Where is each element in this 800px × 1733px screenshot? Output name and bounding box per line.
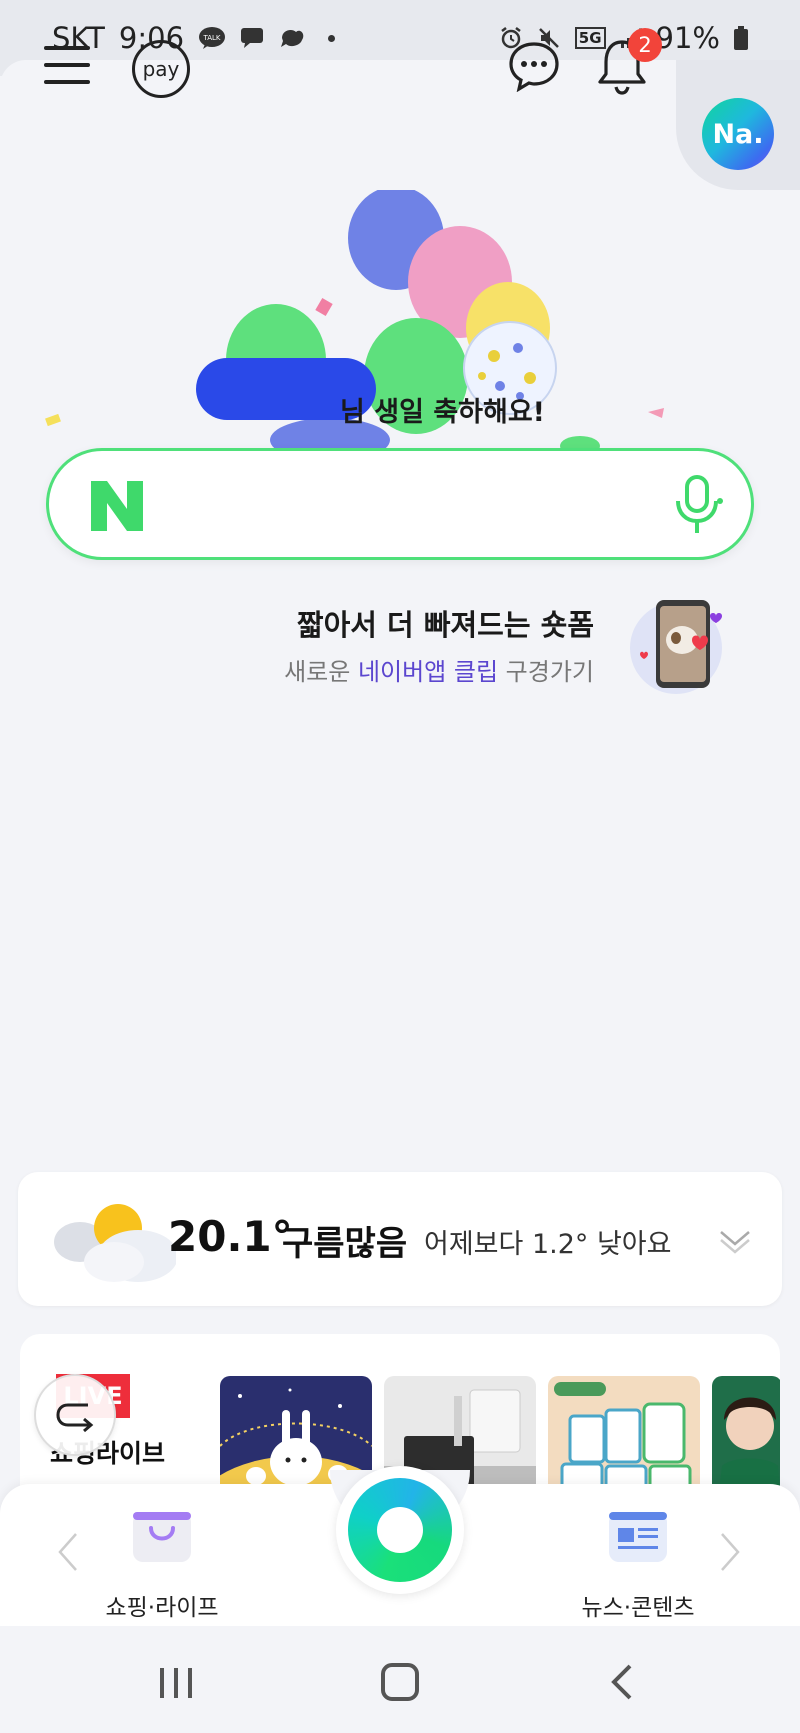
chevron-left-icon [58,1533,77,1571]
svg-text:TALK: TALK [203,34,221,42]
menu-icon-bar [44,80,90,84]
search-bar[interactable] [46,448,754,560]
battery-percent: 91% [655,21,720,55]
refresh-button[interactable] [34,1374,116,1456]
dock-prev-button[interactable] [56,1530,80,1574]
chevron-down-icon [720,1231,750,1254]
dock-news-content[interactable]: 뉴스·콘텐츠 [568,1508,708,1621]
expand-weather-button[interactable] [718,1222,752,1256]
chat-app-icon [278,26,306,50]
promo-subtitle-pre: 새로운 [284,658,358,686]
recent-apps-icon [160,1668,192,1698]
profile-label: Na. [712,118,764,150]
green-dot-button[interactable] [336,1466,464,1594]
battery-icon [734,26,748,50]
pay-button[interactable]: pay [132,40,190,98]
promo-subtitle-highlight: 네이버앱 클립 [357,658,499,686]
recent-apps-button[interactable] [152,1660,200,1704]
message-icon [240,27,264,49]
birthday-banner[interactable]: 님 생일 축하해요! [0,186,800,462]
talk-button[interactable] [508,40,560,93]
chevron-right-icon [721,1533,740,1571]
clip-promo-thumbnail [630,600,722,694]
more-notifications-dot [328,34,336,42]
weather-condition: 구름많음 [282,1224,408,1264]
notification-count: 2 [638,33,652,57]
naver-logo-icon [91,481,143,531]
partly-cloudy-icon [54,1204,176,1282]
green-dot-center [377,1507,423,1553]
system-nav-bar [0,1626,800,1733]
green-dot-icon [348,1478,452,1582]
news-icon [609,1512,667,1562]
menu-icon-bar [44,46,90,50]
temperature: 20.1° [168,1212,293,1261]
menu-icon-bar [44,63,90,67]
back-button[interactable] [600,1660,648,1704]
dock-shopping-label: 쇼핑·라이프 [105,1595,219,1621]
promo-subtitle: 새로운 네이버앱 클립 구경가기 [284,652,594,687]
refresh-arrow-icon [56,1403,94,1433]
search-input[interactable] [169,473,649,537]
voice-search-button[interactable] [671,471,725,541]
clip-promo-banner[interactable]: 짧아서 더 빠져드는 숏폼 새로운 네이버앱 클립 구경가기 [260,596,730,696]
kakaotalk-icon: TALK [198,26,226,50]
home-icon [381,1663,419,1701]
home-button[interactable] [376,1660,424,1704]
shopping-bag-icon [133,1512,191,1562]
temperature-comparison: 어제보다 1.2° 낮아요 [424,1229,672,1260]
pay-label: pay [142,57,180,81]
menu-button[interactable] [44,46,90,86]
microphone-icon [676,475,723,533]
profile-avatar[interactable]: Na. [702,98,774,170]
promo-title: 짧아서 더 빠져드는 숏폼 [296,608,594,642]
dock-shopping-life[interactable]: 쇼핑·라이프 [92,1508,232,1621]
dock-next-button[interactable] [718,1530,742,1574]
back-arrow-icon [611,1664,632,1700]
chat-bubble-icon [509,42,559,93]
promo-subtitle-post: 구경가기 [498,658,594,686]
dock-news-label: 뉴스·콘텐츠 [581,1595,695,1621]
birthday-message: 님 생일 축하해요! [340,397,545,428]
status-left: SKT 9:06 TALK [52,21,336,55]
notification-badge: 2 [628,28,662,62]
weather-card[interactable]: 20.1° 구름많음 어제보다 1.2° 낮아요 [18,1172,782,1306]
